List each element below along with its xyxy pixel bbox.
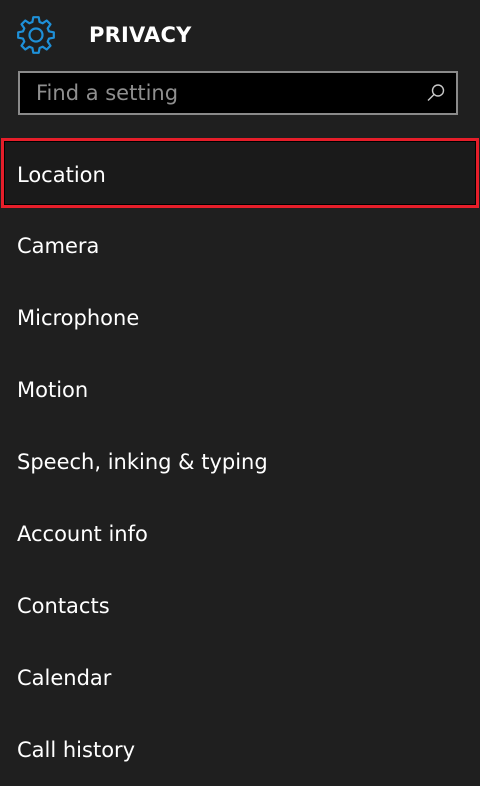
list-item-label: Location	[17, 163, 106, 187]
list-item-label: Camera	[17, 234, 100, 258]
list-item-account-info[interactable]: Account info	[0, 498, 480, 570]
gear-icon[interactable]	[16, 15, 56, 55]
list-item-calendar[interactable]: Calendar	[0, 642, 480, 714]
search-icon[interactable]	[426, 83, 446, 103]
search-box[interactable]	[18, 71, 458, 115]
list-item-label: Account info	[17, 522, 148, 546]
list-item-label: Speech, inking & typing	[17, 450, 268, 474]
list-item-label: Microphone	[17, 306, 140, 330]
page-title: PRIVACY	[89, 23, 192, 47]
list-item-location[interactable]: Location	[1, 138, 479, 208]
search-input[interactable]	[20, 73, 420, 113]
list-item-label: Calendar	[17, 666, 112, 690]
list-item-camera[interactable]: Camera	[0, 210, 480, 282]
list-item-microphone[interactable]: Microphone	[0, 282, 480, 354]
list-item-motion[interactable]: Motion	[0, 354, 480, 426]
list-item-label: Contacts	[17, 594, 110, 618]
settings-list: Location Camera Microphone Motion Speech…	[0, 138, 480, 786]
list-item-label: Motion	[17, 378, 89, 402]
list-item-call-history[interactable]: Call history	[0, 714, 480, 786]
list-item-speech[interactable]: Speech, inking & typing	[0, 426, 480, 498]
list-item-label: Call history	[17, 738, 136, 762]
header: PRIVACY	[0, 0, 480, 70]
list-item-contacts[interactable]: Contacts	[0, 570, 480, 642]
